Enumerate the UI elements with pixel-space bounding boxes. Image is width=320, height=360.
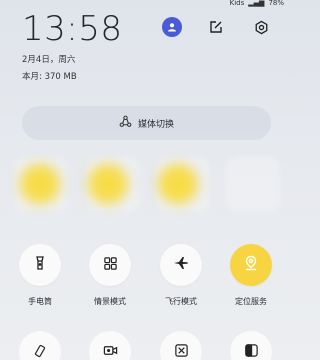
date-text: 2月4日，周六 — [22, 55, 76, 65]
scene-mode-label: 情景模式 — [94, 297, 126, 306]
media-switch-icon — [119, 115, 132, 131]
blurred-background — [0, 150, 294, 220]
auto-rotate-toggle[interactable] — [19, 331, 61, 360]
airplane-mode-toggle[interactable] — [160, 244, 202, 286]
screenshot-icon — [174, 343, 189, 360]
scene-mode-icon — [103, 256, 118, 275]
screen-record-toggle[interactable] — [89, 331, 131, 360]
signal-icon: ▂▄▆ — [248, 0, 265, 7]
data-usage-text: 本月: 370 MB — [22, 72, 77, 82]
dark-mode-toggle[interactable] — [230, 331, 272, 360]
media-switch-label: 媒体切换 — [137, 119, 174, 130]
battery-percent: 78% — [268, 0, 284, 7]
screenshot-toggle[interactable] — [160, 331, 202, 360]
airplane-icon — [173, 255, 189, 275]
clock-time: 13:58 — [22, 9, 123, 49]
scene-mode-toggle[interactable] — [89, 244, 131, 286]
flashlight-toggle[interactable] — [19, 244, 61, 286]
flashlight-label: 手电筒 — [28, 297, 52, 306]
auto-rotate-icon — [33, 343, 47, 360]
airplane-mode-label: 飞行模式 — [165, 297, 197, 306]
edit-icon[interactable] — [206, 17, 226, 37]
status-bar: Kids ▂▄▆ 78% — [230, 0, 284, 8]
media-switch-button[interactable]: 媒体切换 — [22, 106, 271, 140]
location-toggle[interactable] — [230, 244, 272, 286]
location-icon — [243, 255, 259, 275]
status-kids-label: Kids — [229, 0, 245, 7]
screen-record-icon — [103, 343, 118, 360]
dark-mode-icon — [244, 343, 259, 360]
settings-icon[interactable] — [251, 17, 271, 37]
avatar-icon[interactable] — [162, 17, 182, 37]
location-label: 定位服务 — [235, 297, 267, 306]
flashlight-icon — [32, 255, 48, 275]
